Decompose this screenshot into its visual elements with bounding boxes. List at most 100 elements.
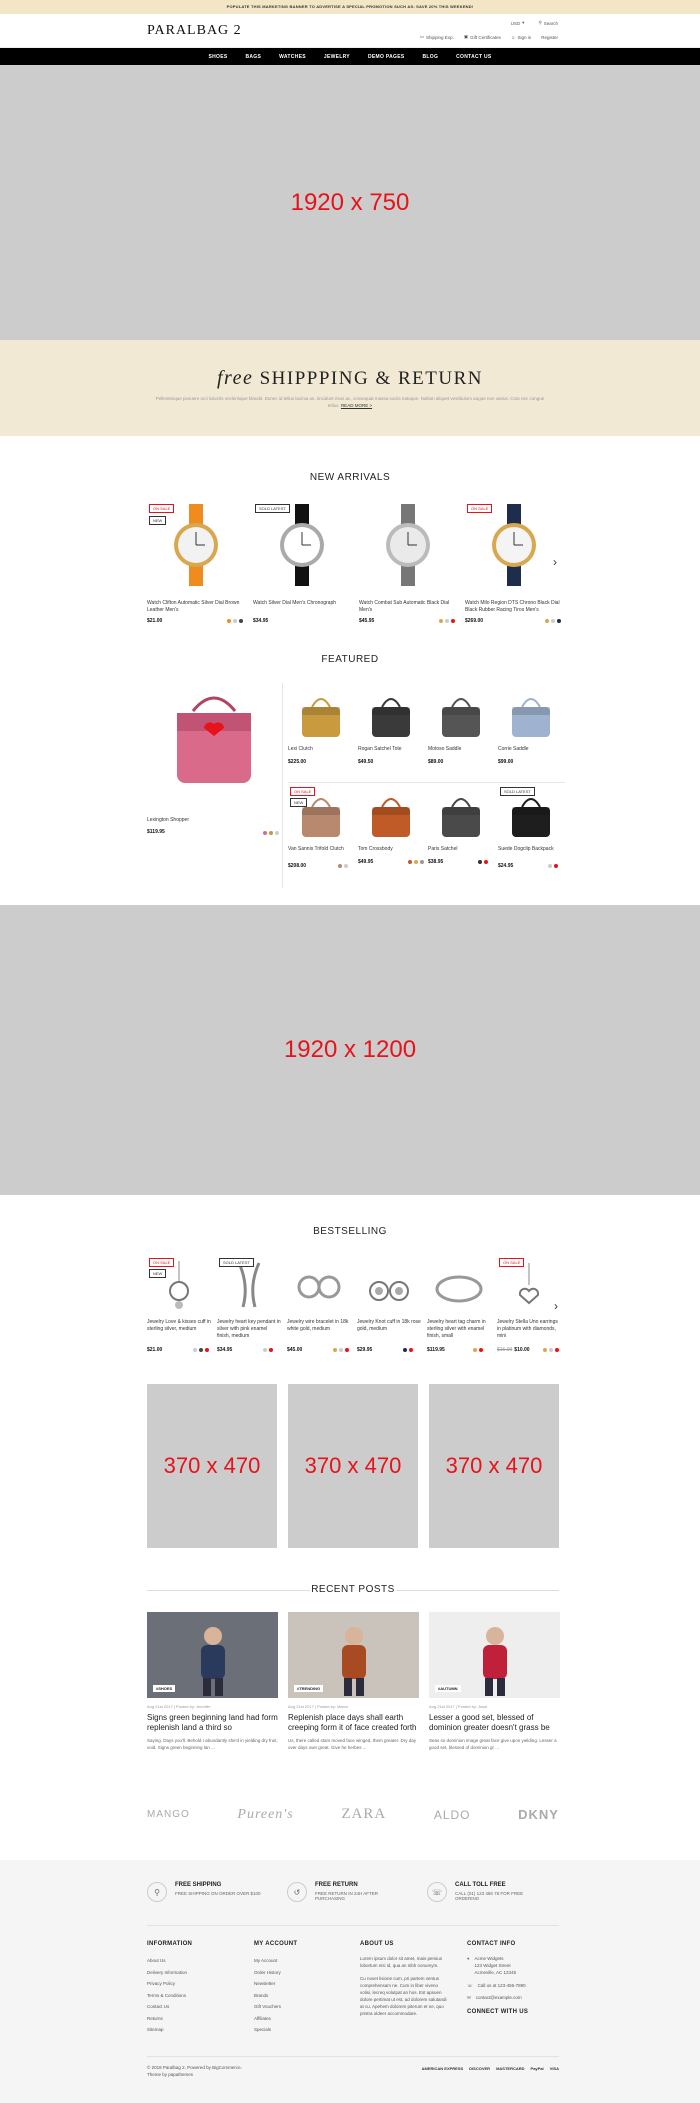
color-swatch[interactable] [263,831,267,835]
color-swatch[interactable] [414,860,418,864]
color-swatch[interactable] [445,619,449,623]
product-card[interactable]: ON SALE Watch Milo Region DTS Chrono Blac… [465,500,563,625]
color-swatch[interactable] [555,1348,559,1352]
product-card[interactable]: ON SALE NEW Watch Clifton Automatic Silver… [147,500,245,625]
product-name[interactable]: Watch Silver Dial Men's Chronograph [253,600,351,607]
shipping-link[interactable]: ▭ Shipping Exp. [420,34,454,40]
currency-selector[interactable]: USD ▾ [511,20,525,26]
color-swatch[interactable] [439,619,443,623]
nav-jewelry[interactable]: JEWELRY [324,54,350,60]
read-more-link[interactable]: READ MORE > [341,403,372,408]
color-swatch[interactable] [420,860,424,864]
contact-email[interactable]: ✉ contact@example.com [467,1992,567,2004]
blog-post-image[interactable]: #AUTUMN [429,1612,560,1698]
blog-post-tag[interactable]: #SHOES [153,1685,176,1692]
footer-link[interactable]: Privacy Policy [147,1978,247,1990]
contact-phone[interactable]: ☏ Call us at 123-456-7890 [467,1980,567,1992]
blog-post-title[interactable]: Signs green beginning land had form repl… [147,1713,278,1733]
footer-link[interactable]: Gift Vouchers [254,2001,354,2013]
product-name[interactable]: Jewelry Stella Uno earrings in platinum … [497,1319,561,1340]
product-name[interactable]: Jewelry heart key pendant in silver with… [217,1319,281,1340]
product-card[interactable]: Motoso Saddle $89.00 [428,683,494,778]
promo-tile-1[interactable]: 370 x 470 [147,1384,277,1548]
footer-link[interactable]: Brands [254,1990,354,2002]
site-logo[interactable]: PARALBAG 2 [147,23,242,39]
footer-link[interactable]: About Us [147,1955,247,1967]
product-card[interactable]: Rogan Satchel Tote $49.50 [358,683,424,778]
color-swatch[interactable] [205,1348,209,1352]
color-swatch[interactable] [199,1348,203,1352]
nav-watches[interactable]: WATCHES [279,54,306,60]
product-card[interactable]: Jewelry wire bracelet in 18k white gold,… [287,1255,351,1365]
product-card[interactable]: SOLD LATEST Watch Silver Dial Men's Chron… [253,500,351,625]
search-link[interactable]: ⚲ Search [538,20,558,26]
color-swatch[interactable] [339,1348,343,1352]
nav-blog[interactable]: BLOG [422,54,438,60]
product-card[interactable]: ON SALE NEW Van Sannis Trifold Clutch $208.… [288,783,354,878]
featured-main-product[interactable]: Lexington Shopper $119.95 [147,683,281,888]
product-card[interactable]: Lexi Clutch $225.00 [288,683,354,778]
color-swatch[interactable] [333,1348,337,1352]
color-swatch[interactable] [409,1348,413,1352]
product-card[interactable]: Tom Crossbody $49.95 [358,783,424,878]
product-name[interactable]: Tom Crossbody [358,846,424,853]
product-name[interactable]: Lexi Clutch [288,746,354,753]
brand-pureens[interactable]: Pureen's [237,1807,293,1823]
signin-link[interactable]: ☺ Sign in [511,34,531,40]
product-card[interactable]: ON SALE NEW Jewelry Love & kisses cuff in … [147,1255,211,1365]
blog-post-tag[interactable]: #TRENDING [294,1685,324,1692]
color-swatch[interactable] [451,619,455,623]
register-link[interactable]: Register [541,34,558,40]
blog-post-title[interactable]: Lesser a good set, blessed of dominion g… [429,1713,560,1733]
color-swatch[interactable] [543,1348,547,1352]
product-name[interactable]: Watch Combat Sub Automatic Black Dial Me… [359,600,457,614]
product-name[interactable]: Corrie Saddle [498,746,564,753]
product-card[interactable]: Watch Combat Sub Automatic Black Dial Me… [359,500,457,625]
color-swatch[interactable] [554,864,558,868]
featured-main-name[interactable]: Lexington Shopper [147,817,189,824]
footer-link[interactable]: My Account [254,1955,354,1967]
product-card[interactable]: SOLD LATEST Suede Dogclip Backpack $24.95 [498,783,564,878]
footer-link[interactable]: Sitemap [147,2024,247,2036]
color-swatch[interactable] [338,864,342,868]
color-swatch[interactable] [275,831,279,835]
blog-post-image[interactable]: #TRENDING [288,1612,419,1698]
color-swatch[interactable] [484,860,488,864]
blog-post-card[interactable]: #SHOES Aug 21st 2017 | Posted by: Jennife… [147,1612,278,1751]
product-card[interactable]: SOLD LATEST Jewelry heart key pendant in … [217,1255,281,1365]
brand-dkny[interactable]: DKNY [518,1807,559,1822]
footer-link[interactable]: Specials [254,2024,354,2036]
color-swatch[interactable] [269,1348,273,1352]
product-name[interactable]: Jewelry heart tag charm in sterling silv… [427,1319,491,1340]
color-swatch[interactable] [548,864,552,868]
product-name[interactable]: Jewelry wire bracelet in 18k white gold,… [287,1319,351,1333]
blog-post-card[interactable]: #TRENDING Aug 21st 2017 | Posted by: Marc… [288,1612,419,1751]
mid-banner[interactable]: 1920 x 1200 [0,905,700,1195]
footer-link[interactable]: Order History [254,1967,354,1979]
blog-post-tag[interactable]: #AUTUMN [435,1685,461,1692]
product-card[interactable]: Corrie Saddle $99.00 [498,683,564,778]
color-swatch[interactable] [269,831,273,835]
promo-tile-3[interactable]: 370 x 470 [429,1384,559,1548]
brand-aldo[interactable]: ALDO [434,1808,471,1822]
product-name[interactable]: Rogan Satchel Tote [358,746,424,753]
color-swatch[interactable] [408,860,412,864]
product-name[interactable]: Motoso Saddle [428,746,494,753]
blog-post-image[interactable]: #SHOES [147,1612,278,1698]
product-name[interactable]: Watch Milo Region DTS Chrono Black Dial … [465,600,563,614]
product-name[interactable]: Jewelry Knot cuff in 18k rose gold, medi… [357,1319,421,1333]
brand-zara[interactable]: ZARA [341,1806,386,1823]
color-swatch[interactable] [473,1348,477,1352]
color-swatch[interactable] [557,619,561,623]
color-swatch[interactable] [549,1348,553,1352]
footer-link[interactable]: Affiliates [254,2013,354,2025]
color-swatch[interactable] [233,619,237,623]
blog-post-card[interactable]: #AUTUMN Aug 21st 2017 | Posted by: Jessi L… [429,1612,560,1751]
color-swatch[interactable] [227,619,231,623]
product-name[interactable]: Van Sannis Trifold Clutch [288,846,354,853]
color-swatch[interactable] [403,1348,407,1352]
footer-link[interactable]: Delivery Information [147,1967,247,1979]
color-swatch[interactable] [479,1348,483,1352]
nav-shoes[interactable]: SHOES [208,54,227,60]
brand-mango[interactable]: MANGO [147,1809,190,1820]
